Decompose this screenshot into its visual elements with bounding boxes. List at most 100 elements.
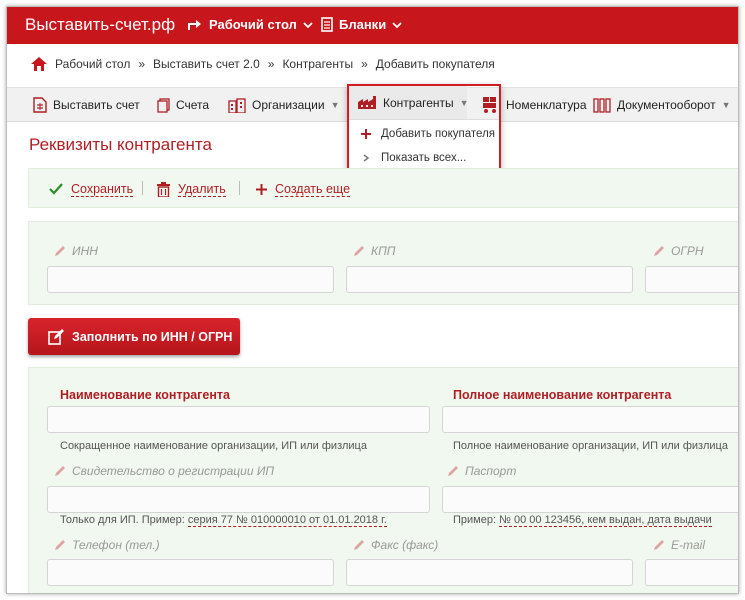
fullname-hint: Полное наименование организации, ИП или …	[453, 440, 728, 452]
pencil-icon	[354, 540, 364, 550]
pencil-icon	[354, 246, 364, 256]
inn-input[interactable]	[47, 266, 334, 293]
breadcrumb-separator: »	[138, 57, 146, 71]
ogrn-label-text: ОГРН	[671, 244, 704, 258]
inn-label-text: ИНН	[72, 244, 98, 258]
home-icon[interactable]	[31, 57, 47, 71]
topnav-blanks[interactable]: Бланки	[321, 17, 402, 32]
top-bar: Выставить-счет.рф Рабочий стол Бланки	[7, 7, 738, 44]
certificate-label-text: Свидетельство о регистрации ИП	[72, 464, 275, 478]
phone-label-text: Телефон (тел.)	[72, 538, 160, 552]
page-title: Реквизиты контрагента	[29, 135, 212, 154]
chevron-down-icon: ▼	[330, 100, 340, 110]
passport-input[interactable]	[442, 486, 738, 513]
breadcrumb-item[interactable]: Выставить счет 2.0	[153, 57, 260, 71]
topnav-desktop[interactable]: Рабочий стол	[187, 17, 313, 32]
menu-item-invoice-label: Выставить счет	[53, 98, 140, 112]
menu-item-contractors[interactable]: Контрагенты ▼	[349, 86, 469, 119]
ogrn-label: ОГРН	[653, 244, 704, 258]
bills-icon	[157, 97, 170, 113]
passport-label-text: Паспорт	[465, 464, 517, 478]
phone-label: Телефон (тел.)	[54, 538, 160, 552]
breadcrumb-current: Добавить покупателя	[375, 57, 495, 71]
pencil-icon	[55, 466, 65, 476]
email-label-text: E-mail	[671, 538, 706, 552]
menu-item-invoice[interactable]: Выставить счет	[33, 88, 140, 122]
phone-input[interactable]	[47, 559, 334, 586]
fax-input[interactable]	[346, 559, 633, 586]
kpp-label: КПП	[353, 244, 395, 258]
brand-logo[interactable]: Выставить-счет.рф	[25, 15, 175, 35]
menu-item-orgs-label: Организации	[252, 98, 325, 112]
name-label: Наименование контрагента	[60, 388, 230, 402]
passport-hint-prefix: Пример:	[453, 514, 497, 526]
breadcrumb-separator: »	[361, 57, 368, 71]
fill-by-inn-button-label: Заполнить по ИНН / ОГРН	[72, 329, 233, 344]
checkmark-icon	[49, 183, 63, 195]
dropdown-item-add-buyer[interactable]: Добавить покупателя	[361, 128, 495, 140]
desktop-arrow-icon	[188, 19, 201, 30]
passport-label: Паспорт	[447, 464, 516, 478]
trash-icon	[157, 181, 170, 197]
fax-label: Факс (факс)	[353, 538, 438, 552]
dropdown-item-show-all[interactable]: Показать всех...	[361, 152, 466, 164]
divider	[142, 181, 143, 195]
ogrn-input[interactable]	[645, 266, 738, 293]
certificate-input[interactable]	[47, 486, 430, 513]
chevron-down-icon	[303, 21, 313, 28]
name-input[interactable]	[47, 406, 430, 433]
email-label: E-mail	[653, 538, 705, 552]
documents-icon	[593, 97, 611, 113]
dropdown-item-show-all-label: Показать всех...	[381, 152, 467, 164]
name-hint: Сокращенное наименование организации, ИП…	[60, 440, 367, 452]
fullname-input[interactable]	[442, 406, 738, 433]
menu-item-orgs[interactable]: Организации ▼	[228, 88, 340, 122]
kpp-input[interactable]	[346, 266, 633, 293]
chevron-down-icon	[392, 21, 402, 28]
details-panel: Наименование контрагента Сокращенное наи…	[28, 367, 738, 593]
breadcrumb-bar: Рабочий стол » Выставить счет 2.0 » Конт…	[7, 44, 738, 88]
plus-icon	[361, 129, 371, 139]
building-icon	[228, 97, 246, 113]
kpp-label-text: КПП	[371, 244, 396, 258]
certificate-hint-example[interactable]: серия 77 № 010000010 от 01.01.2018 г.	[187, 514, 387, 527]
dropdown-item-add-buyer-label: Добавить покупателя	[381, 128, 496, 140]
inn-label: ИНН	[54, 244, 98, 258]
menu-item-contractors-label: Контрагенты	[383, 95, 454, 110]
pencil-icon	[448, 466, 458, 476]
inn-panel: ИНН КПП ОГРН	[28, 221, 738, 305]
delete-button-label: Удалить	[178, 181, 226, 197]
edit-icon	[48, 328, 64, 345]
passport-hint: Пример: № 00 00 123456, кем выдан, дата …	[453, 514, 712, 527]
pencil-icon	[55, 246, 65, 256]
create-more-button[interactable]: Создать еще	[256, 169, 351, 209]
menu-item-bills-label: Счета	[176, 98, 210, 112]
pencil-icon	[654, 540, 664, 550]
passport-hint-example[interactable]: № 00 00 123456, кем выдан, дата выдачи	[499, 514, 712, 527]
fullname-label: Полное наименование контрагента	[453, 388, 672, 402]
fax-label-text: Факс (факс)	[371, 538, 439, 552]
breadcrumb-separator: »	[267, 57, 275, 71]
chevron-down-icon: ▼	[459, 97, 469, 108]
certificate-hint-prefix: Только для ИП. Пример:	[60, 514, 185, 526]
contractors-dropdown: Контрагенты ▼ Добавить покупателя Показа…	[347, 84, 501, 173]
topnav-blanks-label: Бланки	[339, 17, 387, 32]
breadcrumb-item[interactable]: Контрагенты	[282, 57, 353, 71]
breadcrumb: Рабочий стол » Выставить счет 2.0 » Конт…	[31, 57, 495, 71]
menu-item-nomenclature-label: Номенклатура	[506, 98, 587, 112]
factory-icon	[358, 96, 376, 109]
save-button[interactable]: Сохранить	[49, 169, 134, 209]
pencil-icon	[55, 540, 65, 550]
delete-button[interactable]: Удалить	[157, 169, 226, 209]
document-icon	[321, 17, 333, 32]
menu-item-contractors-inner: Контрагенты ▼	[357, 86, 469, 119]
menu-item-docflow-label: Документооборот	[617, 98, 716, 112]
fill-by-inn-button[interactable]: Заполнить по ИНН / ОГРН	[28, 318, 240, 355]
save-button-label: Сохранить	[71, 181, 134, 197]
menu-item-bills[interactable]: Счета	[157, 88, 209, 122]
breadcrumb-item[interactable]: Рабочий стол	[55, 57, 130, 71]
email-input[interactable]	[645, 559, 738, 586]
browser-frame: Выставить-счет.рф Рабочий стол Бланки Ра…	[6, 6, 739, 594]
menu-item-docflow[interactable]: Документооборот ▼	[593, 88, 731, 122]
create-more-button-label: Создать еще	[275, 181, 351, 197]
